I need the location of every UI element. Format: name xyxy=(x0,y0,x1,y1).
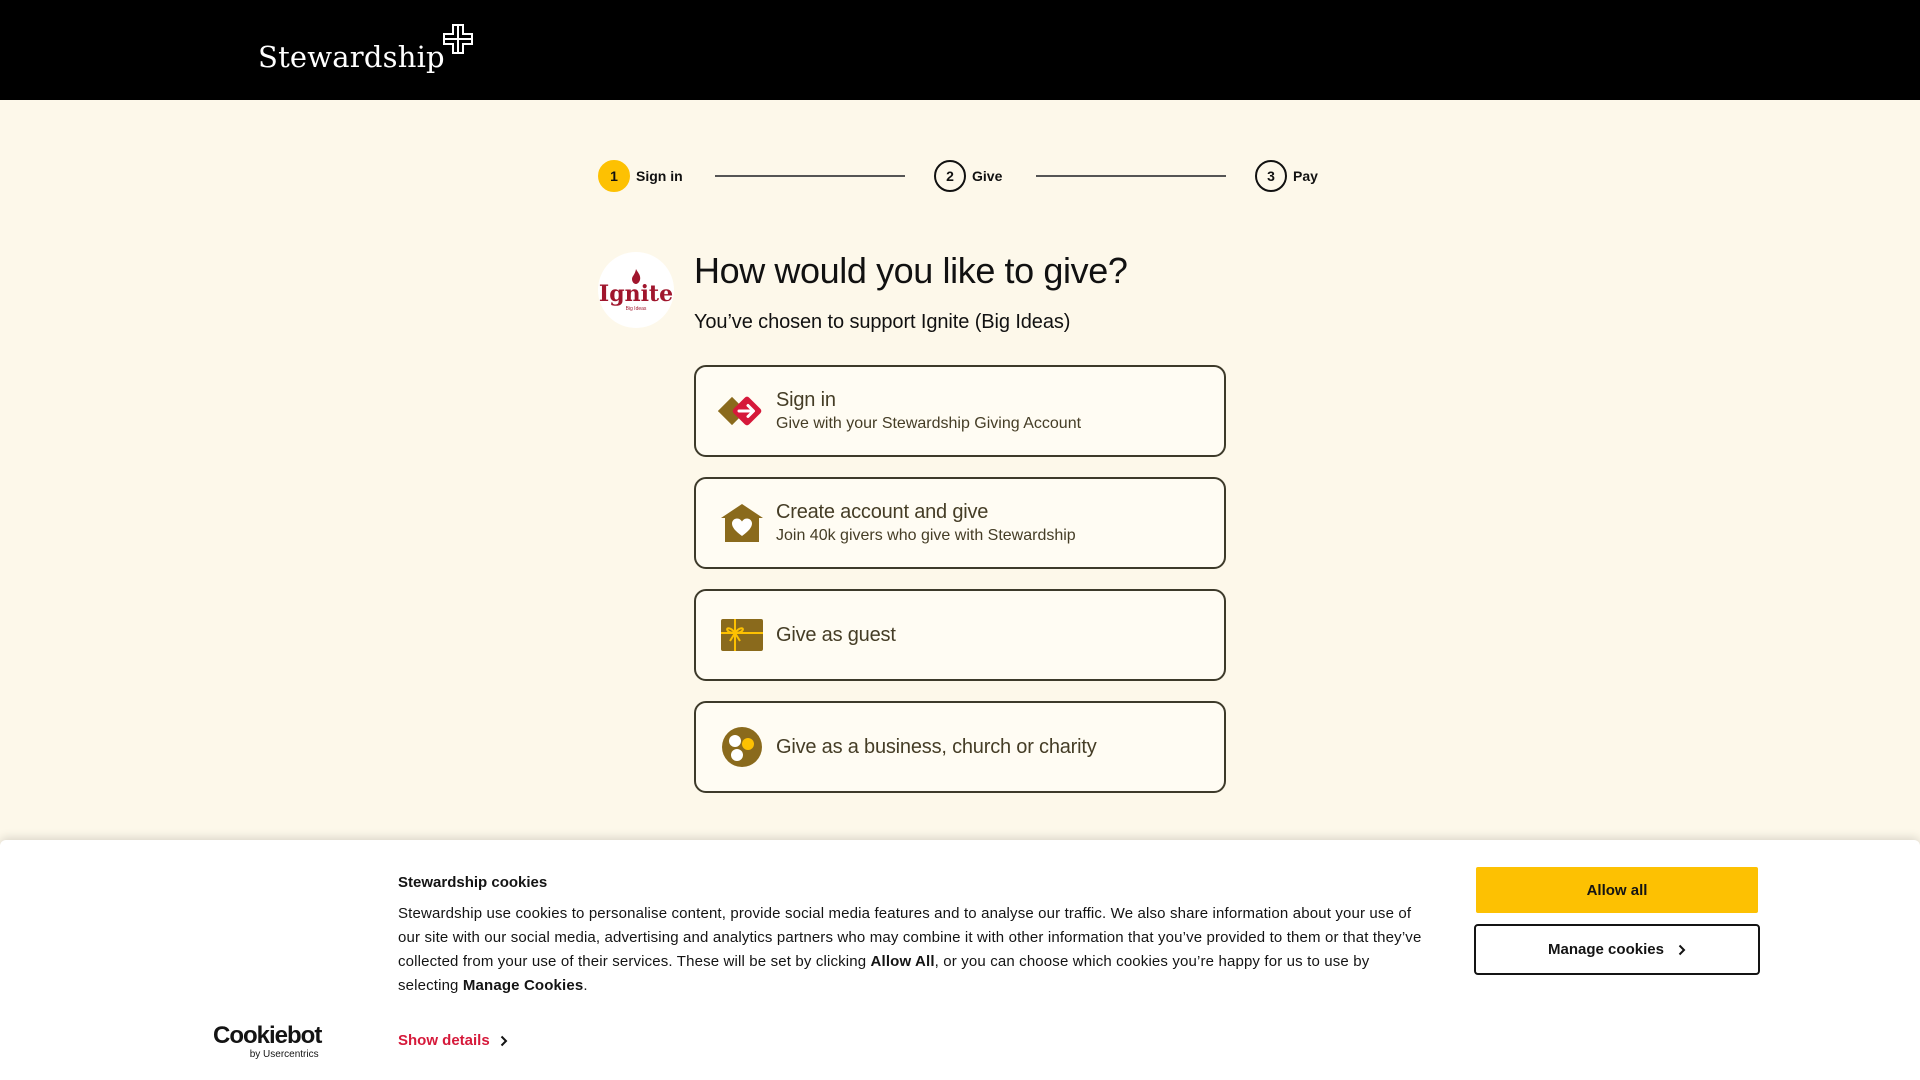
option-title: Give as a business, church or charity xyxy=(776,735,1097,758)
step-pay: 3 Pay xyxy=(1255,159,1318,193)
cookie-title: Stewardship cookies xyxy=(398,874,548,891)
cookiebot-logo: Cookiebot by Usercentrics xyxy=(213,1022,322,1061)
step-sign-in: 1 Sign in xyxy=(598,159,683,193)
manage-cookies-label: Manage cookies xyxy=(1548,941,1664,958)
option-title: Create account and give xyxy=(776,501,989,523)
option-subtitle: Join 40k givers who give with Stewardshi… xyxy=(776,527,1076,544)
step-label: Sign in xyxy=(636,168,683,184)
cookie-banner: Stewardship cookies Stewardship use cook… xyxy=(0,840,1920,1080)
cookiebot-by: by Usercentrics xyxy=(249,1049,319,1060)
option-subtitle: Give with your Stewardship Giving Accoun… xyxy=(776,415,1082,432)
cookiebot-name: Cookiebot xyxy=(213,1022,322,1049)
chevron-right-icon xyxy=(1678,944,1686,955)
page-subtitle: You’ve chosen to support Ignite (Big Ide… xyxy=(694,311,1071,333)
step-connector xyxy=(1036,175,1226,177)
step-number: 3 xyxy=(1255,160,1287,192)
chevron-right-icon xyxy=(500,1035,508,1046)
charity-logo: Ignite Big Ideas xyxy=(598,252,674,328)
guest-option[interactable]: Give as guest xyxy=(694,589,1226,681)
step-label: Give xyxy=(972,168,1003,184)
show-details-link[interactable]: Show details xyxy=(398,1032,508,1049)
sign-in-arrow-icon xyxy=(718,387,766,435)
cookie-body-emphasis: Allow All xyxy=(870,953,935,970)
charity-logo-name: Ignite xyxy=(598,280,674,307)
allow-all-button[interactable]: Allow all xyxy=(1476,867,1758,913)
page-title: How would you like to give? xyxy=(694,250,1128,291)
show-details-label: Show details xyxy=(398,1032,490,1049)
cookie-description: Stewardship use cookies to personalise c… xyxy=(398,905,1422,994)
progress-stepper: 1 Sign in 2 Give 3 Pay xyxy=(0,159,1920,193)
organisation-icon xyxy=(718,723,766,771)
charity-logo-sub: Big Ideas xyxy=(625,305,647,312)
option-title: Give as guest xyxy=(776,623,896,646)
sign-in-option[interactable]: Sign in Give with your Stewardship Givin… xyxy=(694,365,1226,457)
gift-icon xyxy=(718,611,766,659)
cookie-body-emphasis: Manage Cookies xyxy=(462,977,584,994)
business-option[interactable]: Give as a business, church or charity xyxy=(694,701,1226,793)
top-bar: Stewardship xyxy=(0,0,1920,100)
logo-cross-icon xyxy=(442,24,473,54)
step-give: 2 Give xyxy=(934,159,1002,193)
step-connector xyxy=(715,175,905,177)
step-number: 2 xyxy=(934,160,966,192)
logo-text: Stewardship xyxy=(258,40,445,74)
create-account-option[interactable]: Create account and give Join 40k givers … xyxy=(694,477,1226,569)
step-number: 1 xyxy=(598,160,630,192)
manage-cookies-button[interactable]: Manage cookies xyxy=(1474,924,1760,975)
stewardship-logo[interactable]: Stewardship xyxy=(258,24,473,76)
house-heart-icon xyxy=(718,499,766,547)
step-label: Pay xyxy=(1293,168,1318,184)
option-title: Sign in xyxy=(776,389,836,411)
